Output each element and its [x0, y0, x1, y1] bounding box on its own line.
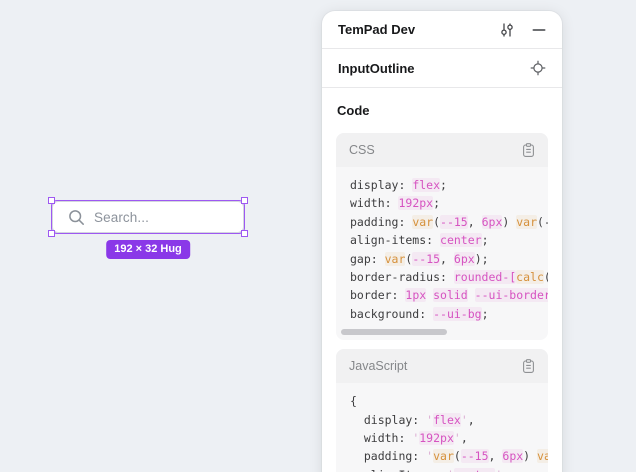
code-line: gap: var(--15, 6px); [336, 250, 548, 268]
component-name: InputOutline [338, 61, 530, 76]
search-placeholder-text: Search... [94, 210, 149, 225]
code-line: display: flex; [336, 176, 548, 194]
css-code-block: CSS display: flex;width: 192px;padding: … [336, 133, 548, 340]
code-line: alignItems: 'center', [336, 466, 548, 472]
section-title: Code [337, 103, 548, 118]
scrollbar-thumb[interactable] [341, 329, 447, 335]
code-line: padding: 'var(--15, 6px) var( [336, 447, 548, 465]
panel-title: TemPad Dev [338, 22, 482, 37]
horizontal-scrollbar [341, 329, 543, 335]
code-line: { [336, 392, 548, 410]
magnifier-icon [68, 209, 85, 226]
code-line: padding: var(--15, 6px) var(-- [336, 213, 548, 231]
javascript-block-header: JavaScript [336, 349, 548, 383]
code-line: border-radius: rounded-[calc(var [336, 268, 548, 286]
css-block-label: CSS [349, 143, 375, 157]
selection-handle-bottom-left[interactable] [48, 230, 55, 237]
javascript-code-block: JavaScript { display: 'flex', width: '19… [336, 349, 548, 472]
dimensions-badge: 192 × 32 Hug [106, 240, 190, 259]
code-line: width: 192px; [336, 194, 548, 212]
javascript-code-body: { display: 'flex', width: '192px', paddi… [336, 383, 548, 472]
sliders-icon[interactable] [499, 22, 515, 38]
selected-component[interactable]: Search... 192 × 32 Hug [52, 201, 244, 233]
minimize-button[interactable] [532, 23, 546, 37]
panel-header: TemPad Dev [322, 11, 562, 49]
code-section: Code CSS display: flex;width: 192px;padd… [322, 88, 562, 472]
crosshair-icon[interactable] [530, 60, 546, 76]
code-line: align-items: center; [336, 231, 548, 249]
css-code-body: display: flex;width: 192px;padding: var(… [336, 167, 548, 326]
clipboard-icon[interactable] [522, 143, 535, 158]
selection-handle-top-right[interactable] [241, 197, 248, 204]
code-line: width: '192px', [336, 429, 548, 447]
component-row: InputOutline [322, 49, 562, 88]
tempad-dev-panel: TemPad Dev InputOutline [322, 11, 562, 472]
code-line: display: 'flex', [336, 411, 548, 429]
javascript-block-label: JavaScript [349, 359, 407, 373]
selection-handle-top-left[interactable] [48, 197, 55, 204]
search-input-component[interactable]: Search... [52, 201, 244, 233]
selection-handle-bottom-right[interactable] [241, 230, 248, 237]
code-line: background: --ui-bg; [336, 305, 548, 323]
code-line: border: 1px solid --ui-border- [336, 286, 548, 304]
css-block-header: CSS [336, 133, 548, 167]
clipboard-icon[interactable] [522, 359, 535, 374]
